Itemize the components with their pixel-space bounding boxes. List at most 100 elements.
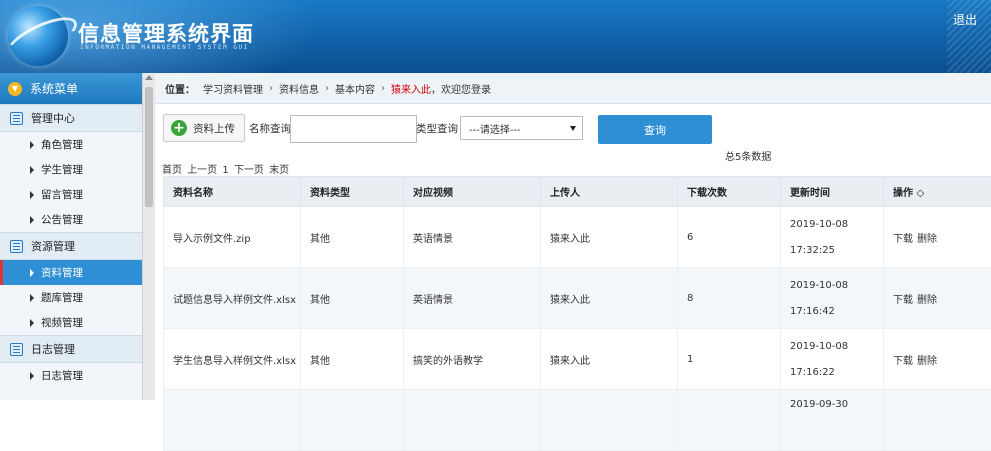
logo-globe-icon: [8, 6, 68, 66]
pager-last[interactable]: 末页: [269, 165, 289, 176]
sidebar-item-materials[interactable]: 资料管理: [0, 260, 142, 285]
sidebar-title: 系统菜单: [30, 80, 78, 97]
cell-downloads: [678, 390, 781, 451]
cell-type: [301, 390, 404, 451]
sidebar-item-roles[interactable]: 角色管理: [0, 132, 142, 157]
cell-video: 英语情景: [404, 268, 541, 329]
table-row: 试题信息导入样例文件.xlsx 其他 英语情景 猿来入此 8 2019-10-0…: [164, 268, 991, 329]
sidebar-item-label: 日志管理: [41, 368, 83, 383]
list-icon: [10, 112, 23, 125]
download-link[interactable]: 下载: [893, 295, 913, 306]
cell-video: 英语情景: [404, 207, 541, 268]
current-user: 猿来入此: [391, 81, 431, 96]
cell-time: 17:32:25: [790, 238, 882, 264]
cell-actions: 下载删除: [884, 329, 991, 390]
cell-downloads: 8: [678, 268, 781, 329]
type-select-value: ---请选择---: [469, 121, 521, 136]
cell-time: 17:16:22: [790, 360, 882, 386]
cell-actions: 下载删除: [884, 207, 991, 268]
logout-link[interactable]: 退出: [953, 11, 977, 28]
chevron-down-icon: ▼: [8, 82, 22, 96]
triangle-right-icon: [30, 216, 34, 224]
sidebar-group-logs[interactable]: 日志管理: [0, 335, 142, 363]
download-link[interactable]: 下载: [893, 356, 913, 367]
col-header: 资料名称: [164, 177, 301, 207]
sidebar-scrollbar[interactable]: [142, 73, 155, 400]
caret-down-icon: [570, 126, 576, 131]
scrollbar-thumb[interactable]: [145, 87, 153, 207]
name-query-input[interactable]: [290, 115, 417, 143]
name-query-label: 名称查询: [249, 121, 291, 136]
breadcrumb-item[interactable]: 基本内容: [335, 81, 375, 96]
cell-updated: 2019-10-0817:16:42: [781, 268, 884, 329]
cell-name: 导入示例文件.zip: [164, 207, 301, 268]
pager-prev[interactable]: 上一页: [187, 165, 217, 176]
sidebar-item-students[interactable]: 学生管理: [0, 157, 142, 182]
app-header: 信息管理系统界面 INFORMATION MANAGEMENT SYSTEM G…: [0, 0, 991, 73]
breadcrumb-separator: ›: [381, 83, 385, 94]
sidebar-item-label: 公告管理: [41, 212, 83, 227]
type-query-label: 类型查询: [416, 121, 458, 136]
col-header: 上传人: [541, 177, 678, 207]
cell-updated: 2019-10-0817:16:22: [781, 329, 884, 390]
triangle-right-icon: [30, 269, 34, 277]
sidebar-item-label: 题库管理: [41, 290, 83, 305]
group-label: 资源管理: [31, 238, 75, 254]
list-icon: [10, 343, 23, 356]
toolbar: + 资料上传 名称查询 类型查询 ---请选择--- 查询: [163, 111, 991, 151]
cell-type: 其他: [301, 329, 404, 390]
sidebar-item-messages[interactable]: 留言管理: [0, 182, 142, 207]
breadcrumb-item[interactable]: 学习资料管理: [203, 81, 263, 96]
upload-button[interactable]: + 资料上传: [163, 114, 245, 142]
triangle-right-icon: [30, 141, 34, 149]
col-header: 下载次数: [678, 177, 781, 207]
cell-video: 搞笑的外语教学: [404, 329, 541, 390]
list-icon: [10, 240, 23, 253]
delete-link[interactable]: 删除: [917, 234, 937, 245]
sidebar-item-log-management[interactable]: 日志管理: [0, 363, 142, 388]
sidebar-item-label: 角色管理: [41, 137, 83, 152]
query-button[interactable]: 查询: [598, 115, 712, 144]
breadcrumb-item[interactable]: 资料信息: [279, 81, 319, 96]
col-header-actions[interactable]: 操作 ◇: [884, 177, 991, 207]
cell-updated: 2019-09-30: [781, 390, 884, 451]
triangle-right-icon: [30, 191, 34, 199]
cell-uploader: [541, 390, 678, 451]
triangle-right-icon: [30, 294, 34, 302]
sidebar-item-videos[interactable]: 视频管理: [0, 310, 142, 335]
delete-link[interactable]: 删除: [917, 356, 937, 367]
sidebar: ▼ 系统菜单 管理中心 角色管理 学生管理 留言管理 公告管理 资源管理 资料管…: [0, 73, 143, 400]
sidebar-header: ▼ 系统菜单: [0, 73, 142, 104]
cell-name: 试题信息导入样例文件.xlsx: [164, 268, 301, 329]
pager-page[interactable]: 1: [222, 165, 228, 176]
table-row: 2019-09-30: [164, 390, 991, 451]
sidebar-item-notices[interactable]: 公告管理: [0, 207, 142, 232]
plus-icon: +: [171, 120, 187, 136]
breadcrumb-separator: ›: [269, 83, 273, 94]
welcome-text: ，欢迎您登录: [431, 81, 491, 96]
col-header: 资料类型: [301, 177, 404, 207]
download-link[interactable]: 下载: [893, 234, 913, 245]
pager-first[interactable]: 首页: [162, 165, 182, 176]
cell-date: 2019-10-08: [790, 273, 882, 299]
cell-downloads: 1: [678, 329, 781, 390]
delete-link[interactable]: 删除: [917, 295, 937, 306]
app-subtitle: INFORMATION MANAGEMENT SYSTEM GUI: [80, 44, 249, 51]
group-label: 管理中心: [31, 110, 75, 126]
breadcrumb-separator: ›: [325, 83, 329, 94]
sidebar-item-label: 资料管理: [41, 265, 83, 280]
sidebar-group-resources[interactable]: 资源管理: [0, 232, 142, 260]
pager-next[interactable]: 下一页: [234, 165, 264, 176]
scroll-up-icon[interactable]: [145, 75, 153, 80]
cell-uploader: 猿来入此: [541, 268, 678, 329]
type-select[interactable]: ---请选择---: [460, 116, 583, 140]
cell-actions: 下载删除: [884, 268, 991, 329]
sidebar-group-management[interactable]: 管理中心: [0, 104, 142, 132]
cell-updated: 2019-10-0817:32:25: [781, 207, 884, 268]
sidebar-item-question-bank[interactable]: 题库管理: [0, 285, 142, 310]
cell-time: 17:16:42: [790, 299, 882, 325]
sidebar-item-label: 留言管理: [41, 187, 83, 202]
cell-date: 2019-10-08: [790, 334, 882, 360]
triangle-right-icon: [30, 319, 34, 327]
table-row: 学生信息导入样例文件.xlsx 其他 搞笑的外语教学 猿来入此 1 2019-1…: [164, 329, 991, 390]
